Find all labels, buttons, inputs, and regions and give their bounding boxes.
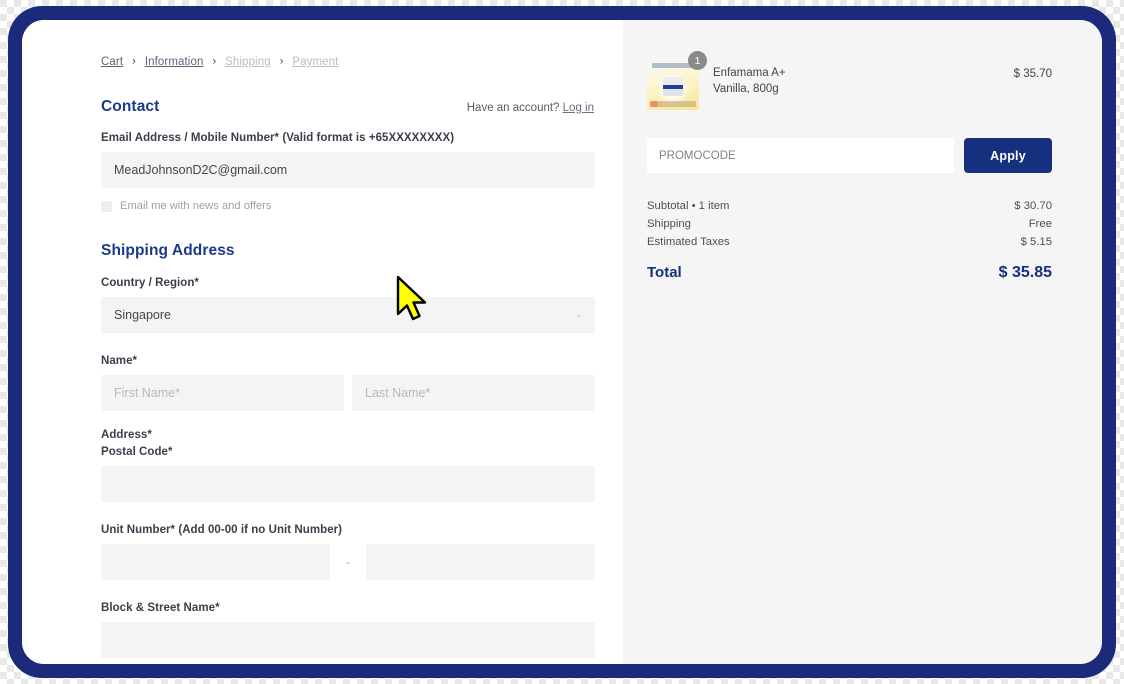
cart-line-item: 1 Enfamama A+ Vanilla, 800g $ 35.70 — [647, 51, 1052, 110]
breadcrumb-item-cart[interactable]: Cart — [101, 56, 123, 68]
log-in-link[interactable]: Log in — [563, 102, 594, 114]
product-name-line2: Vanilla, 800g — [713, 82, 779, 95]
grand-total-value: $ 35.85 — [998, 264, 1052, 281]
shipping-address-heading: Shipping Address — [101, 242, 235, 259]
block-street-field-label: Block & Street Name* — [101, 602, 220, 614]
grand-total-row: Total $ 35.85 — [647, 264, 1052, 282]
postal-code-input[interactable] — [101, 466, 595, 502]
checkout-form-column: Cart › Information › Shipping › Payment … — [22, 20, 623, 664]
apply-promocode-button[interactable]: Apply — [964, 138, 1052, 173]
grand-total-label: Total — [647, 264, 682, 281]
breadcrumb-separator: › — [132, 55, 136, 67]
product-name-line1: Enfamama A+ — [713, 67, 786, 79]
unit-number-separator: - — [346, 555, 350, 569]
email-field-label: Email Address / Mobile Number* (Valid fo… — [101, 132, 455, 144]
breadcrumb-item-information[interactable]: Information — [145, 56, 204, 68]
name-fields-row — [101, 375, 608, 411]
email-input[interactable] — [101, 152, 595, 188]
product-details: Enfamama A+ Vanilla, 800g — [713, 58, 1000, 97]
unit-number-block-input[interactable] — [101, 544, 330, 580]
first-name-input[interactable] — [101, 375, 344, 411]
taxes-value: $ 5.15 — [1020, 236, 1052, 248]
shipping-label: Shipping — [647, 218, 691, 230]
shipping-row: Shipping Free — [647, 218, 1052, 230]
country-select[interactable]: Singapore — [101, 297, 595, 333]
address-field-label: Address* — [101, 429, 152, 441]
subtotal-value: $ 30.70 — [1014, 200, 1052, 212]
breadcrumb-separator: › — [279, 55, 284, 67]
taxes-label: Estimated Taxes — [647, 236, 730, 248]
account-note: Have an account? Log in — [467, 102, 594, 114]
browser-viewport: Cart › Information › Shipping › Payment … — [22, 20, 1102, 664]
order-totals: Subtotal • 1 item $ 30.70 Shipping Free … — [647, 200, 1052, 282]
name-field-label: Name* — [101, 355, 138, 367]
contact-section-header: Contact Have an account? Log in — [101, 98, 608, 116]
device-frame: Cart › Information › Shipping › Payment … — [8, 6, 1116, 678]
product-thumbnail-wrapper: 1 — [647, 51, 707, 110]
breadcrumb-item-payment[interactable]: Payment — [292, 56, 338, 68]
country-field-label: Country / Region* — [101, 277, 199, 289]
breadcrumb: Cart › Information › Shipping › Payment — [101, 55, 608, 69]
unit-number-fields-row: - — [101, 544, 608, 580]
promocode-row: Apply — [647, 138, 1052, 173]
account-note-text: Have an account? — [466, 102, 560, 114]
taxes-row: Estimated Taxes $ 5.15 — [647, 236, 1052, 248]
postal-code-field-label: Postal Code* — [101, 446, 173, 458]
unit-number-unit-input[interactable] — [366, 544, 595, 580]
promocode-input[interactable] — [647, 138, 954, 173]
unit-number-field-label: Unit Number* (Add 00-00 if no Unit Numbe… — [101, 524, 343, 536]
block-street-input[interactable] — [101, 622, 595, 658]
newsletter-checkbox-row[interactable]: Email me with news and offers — [101, 200, 608, 212]
last-name-input[interactable] — [352, 375, 595, 411]
subtotal-label: Subtotal • 1 item — [647, 200, 730, 212]
quantity-badge: 1 — [688, 51, 707, 70]
order-summary-column: 1 Enfamama A+ Vanilla, 800g $ 35.70 Appl… — [623, 20, 1102, 664]
subtotal-row: Subtotal • 1 item $ 30.70 — [647, 200, 1052, 212]
shipping-value: Free — [1028, 218, 1052, 230]
breadcrumb-item-shipping[interactable]: Shipping — [225, 56, 271, 68]
newsletter-checkbox[interactable] — [101, 200, 112, 212]
product-line-price: $ 35.70 — [1013, 68, 1052, 80]
country-select-wrapper[interactable]: Singapore ⌄ — [101, 297, 595, 333]
breadcrumb-separator: › — [212, 55, 217, 67]
newsletter-checkbox-label: Email me with news and offers — [120, 200, 272, 212]
contact-heading: Contact — [101, 98, 160, 115]
